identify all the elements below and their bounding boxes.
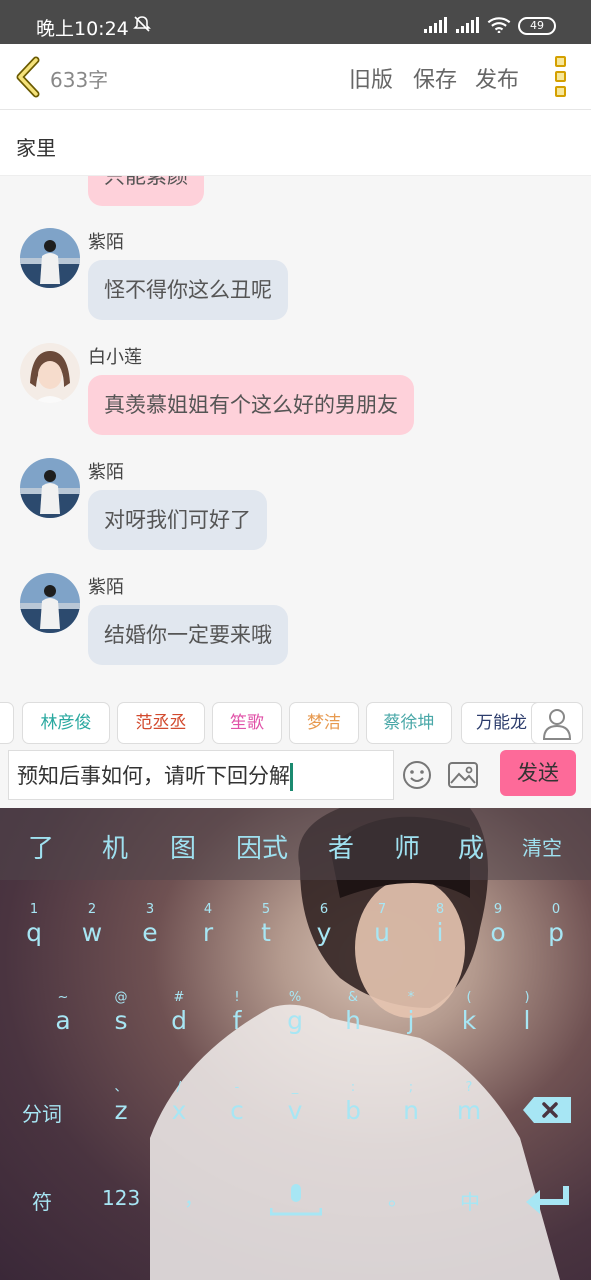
save-button[interactable]: 保存 (413, 62, 457, 94)
person-icon (542, 709, 572, 740)
emoji-icon[interactable] (402, 760, 432, 790)
sender-name: 白小莲 (88, 347, 142, 368)
candidate-word[interactable]: 者 (328, 828, 354, 865)
symbol-key[interactable]: 符 (32, 1186, 52, 1215)
candidate-word[interactable]: 因式 (236, 828, 288, 865)
space-key[interactable] (269, 1180, 323, 1218)
compose-bar: 预知后事如何，请听下回分解 发送 (0, 748, 591, 808)
key-j[interactable]: * j (386, 990, 436, 1060)
old-version-button[interactable]: 旧版 (349, 62, 393, 94)
sender-name: 紫陌 (88, 577, 124, 598)
signal-icon (424, 17, 447, 33)
chat-bubble[interactable]: 对呀我们可好了 (88, 490, 267, 550)
key-d[interactable]: # d (154, 990, 204, 1060)
avatar-zimo[interactable] (20, 573, 80, 633)
key-f[interactable]: ! f (212, 990, 262, 1060)
key-x[interactable]: / x (154, 1080, 204, 1150)
clear-button[interactable]: 清空 (522, 832, 562, 861)
key-n[interactable]: ; n (386, 1080, 436, 1150)
key-l[interactable]: ) l (502, 990, 552, 1060)
key-r[interactable]: 4r (183, 902, 233, 972)
key-h[interactable]: & h (328, 990, 378, 1060)
candidate-word[interactable]: 师 (394, 828, 420, 865)
comma-key[interactable]: ， (184, 1182, 204, 1211)
candidate-word[interactable]: 图 (170, 828, 196, 865)
chat-bubble[interactable]: 怪不得你这么丑呢 (88, 260, 288, 320)
avatar-zimo[interactable] (20, 458, 80, 518)
key-k[interactable]: (k (444, 990, 494, 1060)
text-caret (290, 763, 293, 791)
key-m[interactable]: ? m (444, 1080, 494, 1150)
key-s[interactable]: @ s (96, 990, 146, 1060)
key-v[interactable]: _ v (270, 1080, 320, 1150)
key-i[interactable]: 8i (415, 902, 465, 972)
chat-bubble[interactable]: 只能素颜 (88, 176, 204, 206)
role-chip-partial[interactable] (0, 702, 14, 744)
candidate-word[interactable]: 成 (458, 828, 484, 865)
message-input[interactable]: 预知后事如何，请听下回分解 (8, 750, 394, 800)
scene-location: 家里 (16, 136, 56, 160)
key-z[interactable]: 、 z (96, 1080, 146, 1150)
key-o[interactable]: 9o (473, 902, 523, 972)
role-chip[interactable]: 蔡徐坤 (366, 702, 452, 744)
scene-bar[interactable]: 家里 (0, 110, 591, 176)
message-input-text: 预知后事如何，请听下回分解 (17, 764, 290, 788)
number-key[interactable]: 123 (102, 1186, 140, 1210)
status-bar: 晚上10:24 49 (0, 0, 591, 44)
role-chip[interactable]: 范丞丞 (117, 702, 205, 744)
key-t[interactable]: 5t (241, 902, 291, 972)
language-toggle-key[interactable]: 中 (460, 1186, 480, 1215)
key-e[interactable]: 3e (125, 902, 175, 972)
chat-bubble[interactable]: 结婚你一定要来哦 (88, 605, 288, 665)
candidate-word[interactable]: 了 (28, 828, 54, 865)
role-chip[interactable]: 林彦俊 (22, 702, 110, 744)
chat-area[interactable]: 只能素颜 紫陌 怪不得你这么丑呢 白小莲 真羡慕姐姐有个这么好的男朋友 紫陌 对… (0, 176, 591, 684)
key-w[interactable]: 2w (67, 902, 117, 972)
signal-icon-2 (456, 17, 479, 33)
microphone-icon (269, 1184, 323, 1216)
status-time: 晚上10:24 (36, 18, 129, 40)
ime-keyboard: 了 机 图 因式 者 师 成 清空 1q 2w 3e 4r 5t 6y 7u 8… (0, 808, 591, 1280)
key-u[interactable]: 7u (357, 902, 407, 972)
candidate-bar: 了 机 图 因式 者 师 成 清空 (0, 808, 591, 880)
editor-header: 633字 旧版 保存 发布 (0, 44, 591, 110)
backspace-icon[interactable] (522, 1096, 572, 1124)
key-p[interactable]: 0p (531, 902, 581, 972)
wifi-icon (487, 17, 511, 33)
image-icon[interactable] (448, 762, 478, 788)
send-button[interactable]: 发送 (500, 750, 576, 796)
key-g[interactable]: % g (270, 990, 320, 1060)
key-q[interactable]: 1q (9, 902, 59, 972)
avatar-baixiaolian[interactable] (20, 343, 80, 403)
avatar-zimo[interactable] (20, 228, 80, 288)
role-selector[interactable]: 林彦俊 范丞丞 笙歌 梦洁 蔡徐坤 万能龙 (0, 684, 591, 748)
sender-name: 紫陌 (88, 462, 124, 483)
role-manage-button[interactable] (531, 702, 583, 744)
period-key[interactable]: 。 (388, 1182, 408, 1211)
enter-icon[interactable] (524, 1184, 572, 1216)
key-y[interactable]: 6y (299, 902, 349, 972)
key-a[interactable]: ~ a (38, 990, 88, 1060)
mute-icon (132, 14, 152, 38)
key-c[interactable]: -c (212, 1080, 262, 1150)
back-arrow-icon[interactable] (12, 56, 46, 98)
sender-name: 紫陌 (88, 232, 124, 253)
fenci-key[interactable]: 分词 (22, 1098, 62, 1127)
key-b[interactable]: :b (328, 1080, 378, 1150)
battery-icon: 49 (518, 17, 556, 35)
chat-bubble[interactable]: 真羡慕姐姐有个这么好的男朋友 (88, 375, 414, 435)
role-chip[interactable]: 笙歌 (212, 702, 282, 744)
publish-button[interactable]: 发布 (475, 62, 519, 94)
word-count: 633字 (50, 68, 109, 92)
role-chip[interactable]: 梦洁 (289, 702, 359, 744)
more-menu-icon[interactable] (552, 56, 568, 100)
candidate-word[interactable]: 机 (102, 828, 128, 865)
